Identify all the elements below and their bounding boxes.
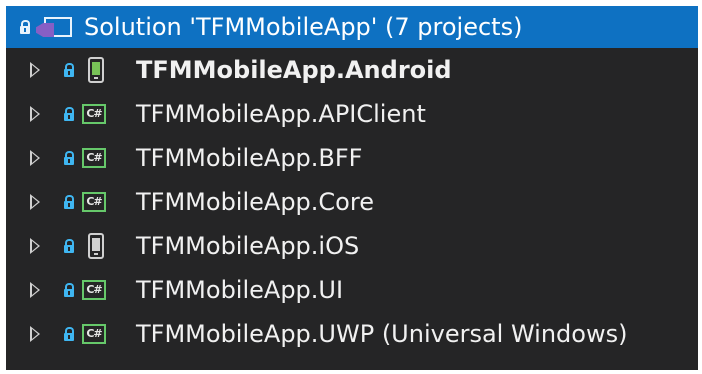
solution-node[interactable]: Solution 'TFMMobileApp' (7 projects) — [6, 6, 698, 48]
project-node-android[interactable]: TFMMobileApp.Android — [6, 48, 698, 92]
android-phone-icon — [88, 57, 104, 83]
lock-icon — [64, 63, 74, 77]
expand-arrow-icon[interactable] — [30, 194, 40, 210]
expand-arrow-icon[interactable] — [30, 106, 40, 122]
project-node-ui[interactable]: C# TFMMobileApp.UI — [6, 268, 698, 312]
lock-icon — [20, 20, 30, 34]
project-label: TFMMobileApp.Core — [136, 188, 374, 216]
solution-tree: Solution 'TFMMobileApp' (7 projects) TFM… — [6, 6, 698, 356]
ios-phone-icon — [88, 233, 104, 259]
expand-arrow-icon[interactable] — [30, 326, 40, 342]
visual-studio-solution-icon — [36, 15, 74, 39]
project-node-ios[interactable]: TFMMobileApp.iOS — [6, 224, 698, 268]
project-label: TFMMobileApp.APIClient — [136, 100, 426, 128]
project-node-bff[interactable]: C# TFMMobileApp.BFF — [6, 136, 698, 180]
expand-arrow-icon[interactable] — [30, 62, 40, 78]
lock-icon — [64, 283, 74, 297]
lock-icon — [64, 327, 74, 341]
solution-label: Solution 'TFMMobileApp' (7 projects) — [84, 13, 523, 41]
project-node-uwp[interactable]: C# TFMMobileApp.UWP (Universal Windows) — [6, 312, 698, 356]
lock-icon — [64, 239, 74, 253]
csharp-project-icon: C# — [82, 192, 106, 212]
lock-icon — [64, 107, 74, 121]
project-label: TFMMobileApp.UI — [136, 276, 344, 304]
expand-arrow-icon[interactable] — [30, 282, 40, 298]
project-label: TFMMobileApp.BFF — [136, 144, 363, 172]
expand-arrow-icon[interactable] — [30, 238, 40, 254]
project-label: TFMMobileApp.UWP (Universal Windows) — [136, 320, 628, 348]
csharp-project-icon: C# — [82, 104, 106, 124]
project-label: TFMMobileApp.iOS — [136, 232, 360, 260]
lock-icon — [64, 195, 74, 209]
csharp-project-icon: C# — [82, 324, 106, 344]
csharp-project-icon: C# — [82, 148, 106, 168]
project-node-core[interactable]: C# TFMMobileApp.Core — [6, 180, 698, 224]
csharp-project-icon: C# — [82, 280, 106, 300]
solution-explorer-panel: Solution 'TFMMobileApp' (7 projects) TFM… — [6, 6, 698, 370]
project-node-apiclient[interactable]: C# TFMMobileApp.APIClient — [6, 92, 698, 136]
lock-icon — [64, 151, 74, 165]
expand-arrow-icon[interactable] — [30, 150, 40, 166]
project-label: TFMMobileApp.Android — [136, 56, 452, 84]
